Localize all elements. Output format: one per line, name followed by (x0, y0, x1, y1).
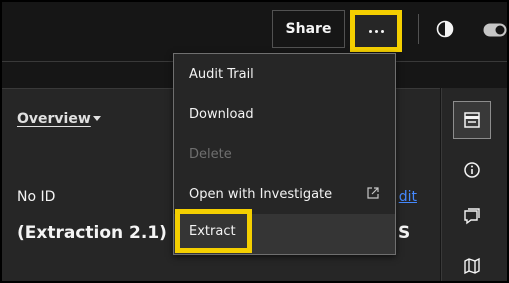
menu-item-audit-trail[interactable]: Audit Trail (174, 54, 395, 94)
rail-item-document[interactable] (453, 101, 491, 139)
toggle-icon[interactable] (483, 23, 507, 37)
overview-dropdown[interactable]: Overview (17, 111, 91, 127)
record-title-suffix: S (398, 223, 411, 243)
more-options-button[interactable] (350, 10, 402, 52)
contrast-icon[interactable] (436, 20, 454, 38)
menu-item-label: Open with Investigate (189, 186, 333, 202)
rail-item-information[interactable] (453, 151, 491, 189)
launch-icon (367, 187, 379, 199)
overflow-menu-horizontal-icon (368, 29, 384, 33)
document-icon (464, 112, 480, 128)
edit-link[interactable]: dit (397, 189, 417, 205)
toolbar-divider (418, 14, 419, 44)
menu-item-extract[interactable]: Extract (175, 209, 252, 253)
chevron-down-icon[interactable] (93, 116, 101, 122)
record-id-label: No ID (17, 189, 56, 205)
menu-item-download[interactable]: Download (174, 94, 395, 134)
rail-item-chat[interactable] (453, 198, 491, 236)
menu-item-delete: Delete (189, 146, 232, 162)
menu-item-open-with-investigate[interactable]: Open with Investigate (174, 174, 395, 214)
chat-icon (464, 208, 480, 225)
share-button[interactable]: Share (272, 10, 345, 48)
map-icon (464, 257, 480, 275)
information-icon (464, 162, 480, 178)
rail-item-map[interactable] (453, 247, 491, 283)
record-title: (Extraction 2.1) (E (17, 223, 193, 243)
